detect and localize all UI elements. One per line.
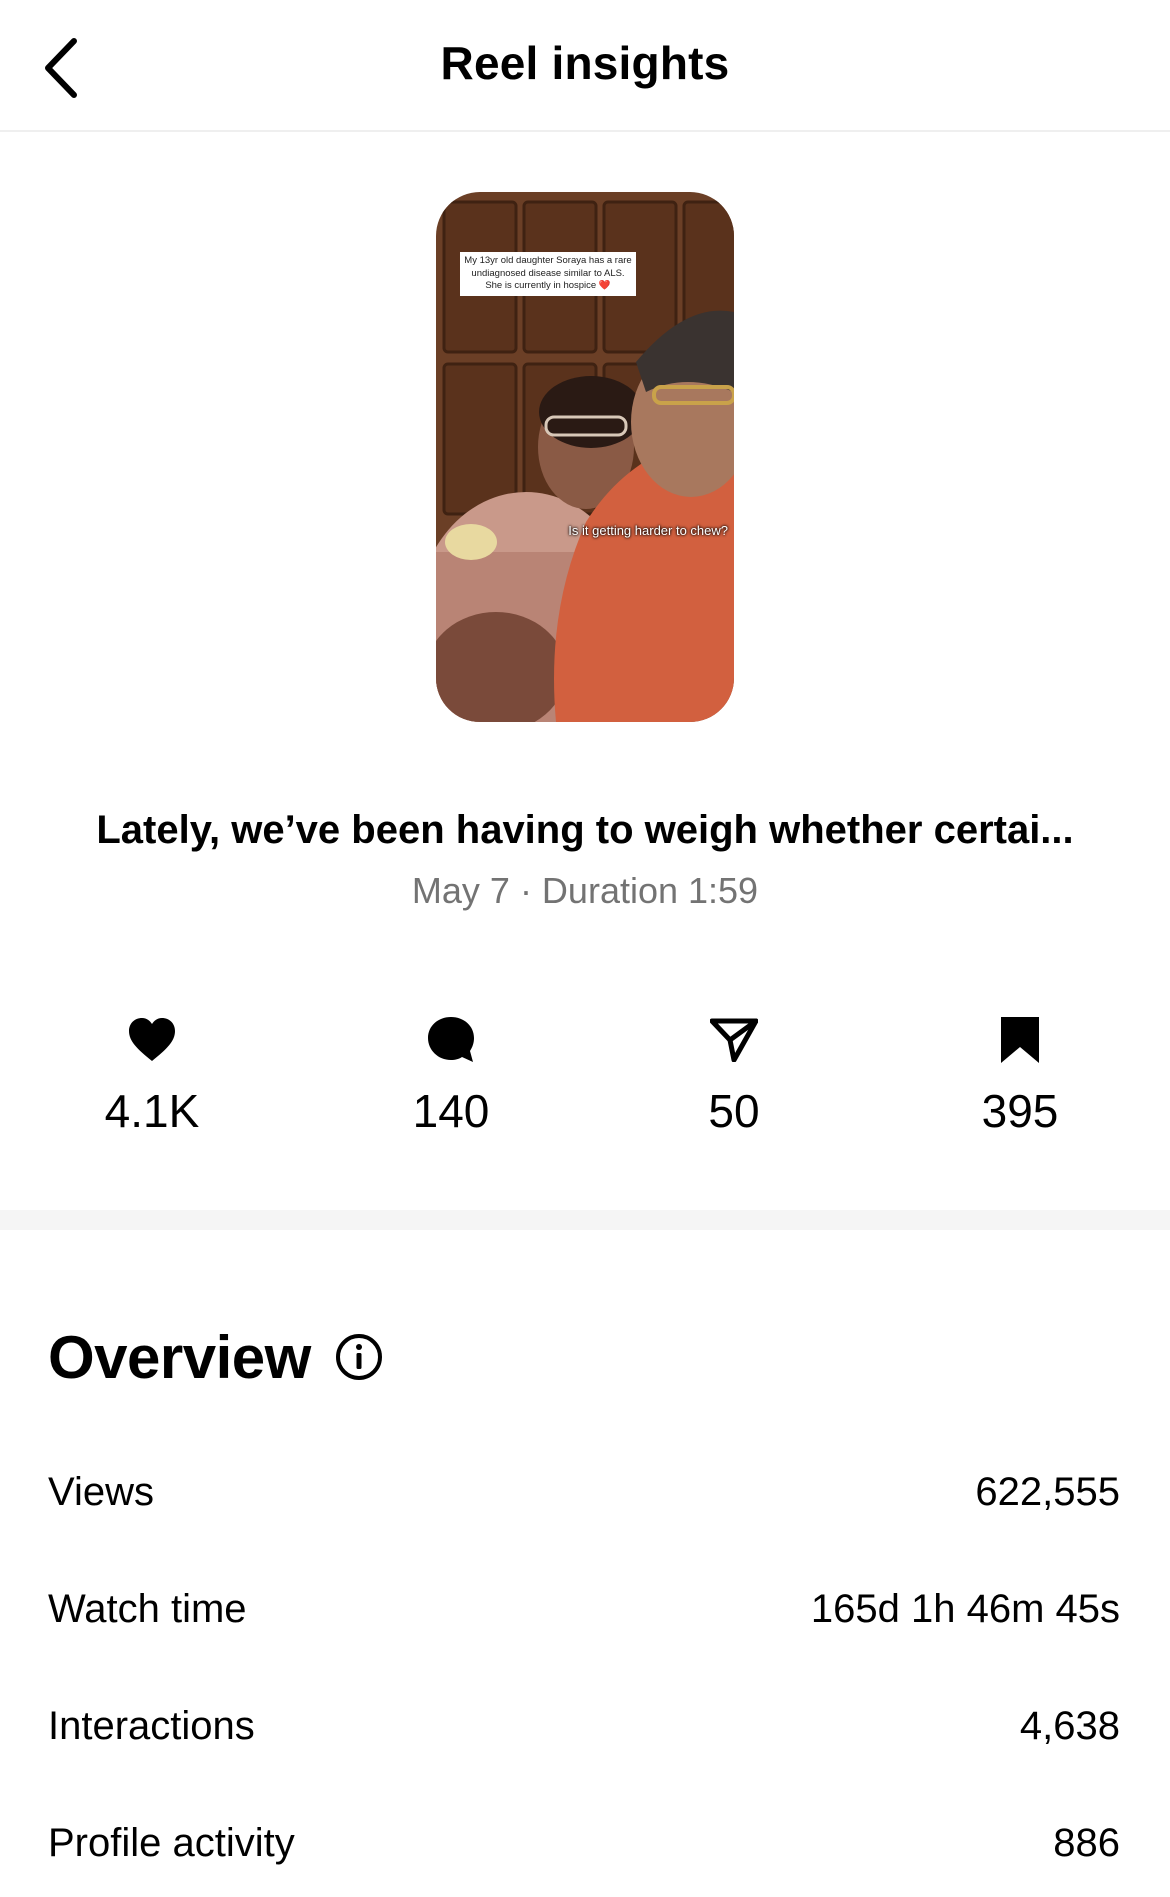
reel-meta: May 7 · Duration 1:59 [411, 870, 759, 911]
info-icon[interactable] [335, 1333, 383, 1381]
reel-thumbnail[interactable]: My 13yr old daughter Soraya has a rare u… [436, 192, 734, 722]
metric-value: 622,555 [975, 1470, 1120, 1514]
metric-row-profile-activity[interactable]: Profile activity 886 [48, 1813, 1120, 1873]
comment-icon [428, 1017, 474, 1062]
overview-title: Overview [48, 1323, 311, 1391]
reel-title: Lately, we’ve been having to weigh wheth… [96, 808, 1074, 852]
stat-comments: 140 [341, 1012, 561, 1134]
page-title: Reel insights [440, 37, 730, 89]
overview-header: Overview [48, 1322, 383, 1392]
stat-likes-value: 4.1K [104, 1085, 200, 1137]
metric-label: Profile activity [48, 1821, 295, 1865]
stat-saves-value: 395 [981, 1085, 1059, 1137]
bookmark-icon [1001, 1017, 1039, 1063]
metric-row-watch-time[interactable]: Watch time 165d 1h 46m 45s [48, 1579, 1120, 1639]
metric-label: Views [48, 1470, 154, 1514]
stat-shares: 50 [624, 1012, 844, 1134]
metric-label: Watch time [48, 1587, 247, 1631]
heart-icon [129, 1018, 175, 1061]
section-divider [0, 1210, 1170, 1230]
stat-saves: 395 [910, 1012, 1130, 1134]
metric-value: 165d 1h 46m 45s [810, 1587, 1120, 1631]
metric-row-interactions[interactable]: Interactions 4,638 [48, 1696, 1120, 1756]
stat-likes: 4.1K [42, 1012, 262, 1134]
thumbnail-caption: Is it getting harder to chew? [568, 523, 728, 538]
stat-shares-value: 50 [708, 1085, 760, 1137]
metric-label: Interactions [48, 1704, 255, 1748]
metric-value: 4,638 [1019, 1704, 1120, 1748]
share-icon [710, 1018, 758, 1062]
top-bar: Reel insights [0, 0, 1170, 132]
metric-row-views[interactable]: Views 622,555 [48, 1462, 1120, 1522]
thumbnail-overlay-text: My 13yr old daughter Soraya has a rare u… [460, 252, 636, 296]
metric-value: 886 [1053, 1821, 1120, 1865]
stat-comments-value: 140 [412, 1085, 490, 1137]
